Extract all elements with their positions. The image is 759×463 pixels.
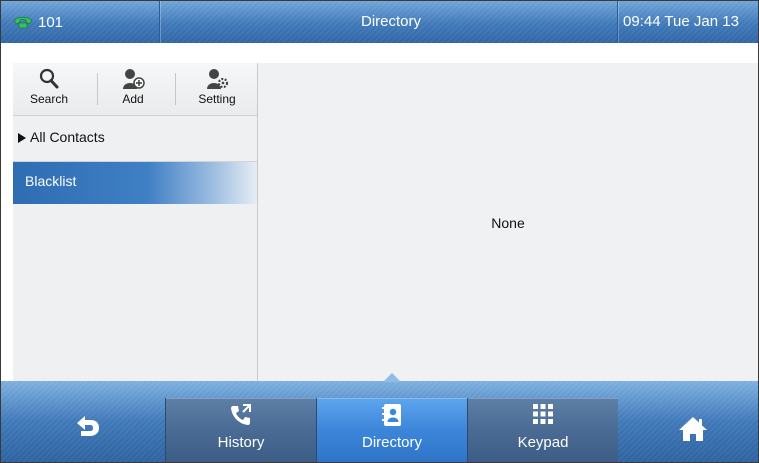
directory-softkey[interactable]: Directory	[316, 398, 467, 462]
group-item-all-contacts[interactable]: All Contacts	[13, 117, 257, 162]
group-item-blacklist[interactable]: Blacklist	[13, 162, 257, 204]
toolbar-divider	[175, 73, 176, 105]
directory-toolbar: Search Add Setting	[13, 63, 257, 116]
directory-group-panel: Search Add Setting All Contacts Blacklis…	[13, 63, 258, 381]
back-button[interactable]	[67, 409, 107, 449]
status-divider	[159, 1, 160, 43]
add-contact-icon	[123, 69, 145, 89]
phone-handset-icon	[13, 16, 33, 29]
date-time: 09:44 Tue Jan 13	[623, 13, 739, 30]
back-arrow-icon	[77, 416, 99, 436]
search-label: Search	[29, 92, 69, 106]
status-bar: 101 Directory 09:44 Tue Jan 13	[1, 1, 758, 43]
directory-book-icon	[382, 404, 401, 426]
keypad-icon	[533, 404, 553, 424]
active-indicator	[383, 373, 401, 382]
group-label: All Contacts	[30, 129, 105, 145]
search-button[interactable]: Search	[27, 65, 71, 113]
page-title: Directory	[360, 13, 421, 30]
keypad-softkey[interactable]: Keypad	[467, 398, 618, 462]
setting-label: Setting	[198, 92, 236, 106]
contact-list-panel: None	[258, 63, 758, 381]
phone-screen: 101 Directory 09:44 Tue Jan 13 Search Ad…	[0, 0, 759, 463]
home-button[interactable]	[673, 409, 713, 449]
directory-label: Directory	[361, 434, 422, 451]
empty-list-message: None	[491, 215, 525, 231]
status-divider	[617, 1, 618, 43]
toolbar-divider	[97, 73, 98, 105]
search-icon	[39, 68, 59, 89]
spacer	[1, 43, 758, 63]
add-label: Add	[122, 92, 144, 106]
expand-arrow-icon	[18, 133, 26, 143]
account-indicator[interactable]: 101	[13, 1, 63, 43]
history-softkey[interactable]: History	[165, 398, 316, 462]
setting-button[interactable]: Setting	[191, 65, 243, 113]
add-contact-button[interactable]: Add	[113, 65, 153, 113]
account-number: 101	[38, 13, 64, 31]
call-history-icon	[231, 404, 251, 425]
history-label: History	[217, 434, 265, 451]
spacer	[1, 63, 13, 381]
keypad-label: Keypad	[517, 434, 569, 451]
contact-setting-icon	[207, 69, 229, 89]
home-icon	[679, 417, 707, 441]
group-label: Blacklist	[25, 173, 77, 189]
